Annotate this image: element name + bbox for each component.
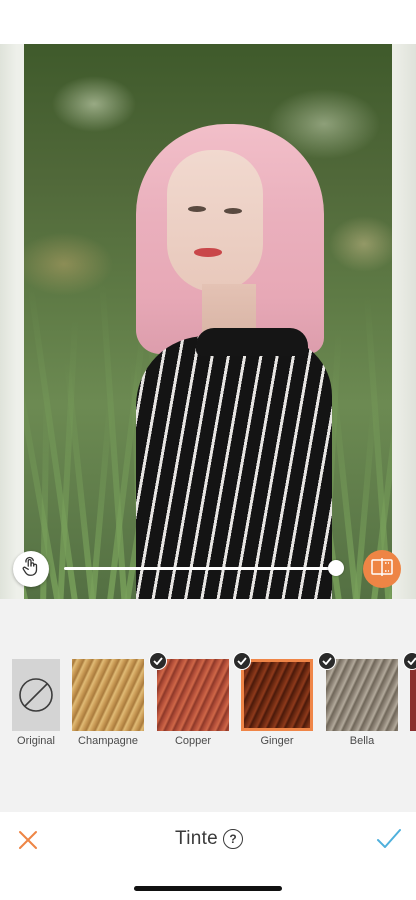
- face: [167, 150, 263, 292]
- close-icon: [16, 831, 40, 856]
- ginger-hair-tile: [241, 659, 313, 731]
- home-indicator: [134, 886, 282, 891]
- checkmark-icon: [376, 829, 402, 856]
- striped-shirt: [136, 336, 332, 599]
- no-color-icon: [18, 677, 54, 718]
- tool-title: Tinte: [175, 828, 219, 849]
- bottom-toolbar: Tinte ?: [0, 812, 416, 900]
- split-compare-icon: [371, 557, 393, 581]
- swatch-copper[interactable]: [157, 659, 229, 731]
- right-eye: [224, 208, 242, 214]
- downloaded-check-icon: [233, 652, 251, 670]
- confirm-button[interactable]: [376, 826, 402, 852]
- portrait-photo: [24, 44, 392, 599]
- bella-hair-tile: [326, 659, 398, 731]
- touch-brush-button[interactable]: [13, 551, 49, 587]
- copper-hair-tile: [157, 659, 229, 731]
- cancel-button[interactable]: [16, 828, 40, 852]
- left-eye: [188, 206, 206, 212]
- hand-tap-icon: [20, 556, 42, 583]
- shirt-collar: [196, 328, 308, 356]
- downloaded-check-icon: [149, 652, 167, 670]
- downloaded-check-icon: [403, 652, 416, 670]
- swatch-label-bella: Bella: [349, 735, 375, 747]
- swatch-bella[interactable]: [326, 659, 398, 731]
- champagne-hair-tile: [72, 659, 144, 731]
- intensity-slider-track[interactable]: [64, 567, 336, 570]
- intensity-slider-knob[interactable]: [328, 560, 344, 576]
- downloaded-check-icon: [318, 652, 336, 670]
- compare-button[interactable]: [363, 550, 401, 588]
- swatch-original[interactable]: [12, 659, 60, 731]
- swatch-champagne[interactable]: [72, 659, 144, 731]
- help-icon[interactable]: ?: [223, 829, 243, 849]
- photo-canvas[interactable]: [0, 44, 416, 599]
- lips: [194, 248, 222, 257]
- swatch-ginger[interactable]: [241, 659, 313, 731]
- color-swatch-strip[interactable]: Original Champagne Copper Ginger Bella: [0, 599, 416, 812]
